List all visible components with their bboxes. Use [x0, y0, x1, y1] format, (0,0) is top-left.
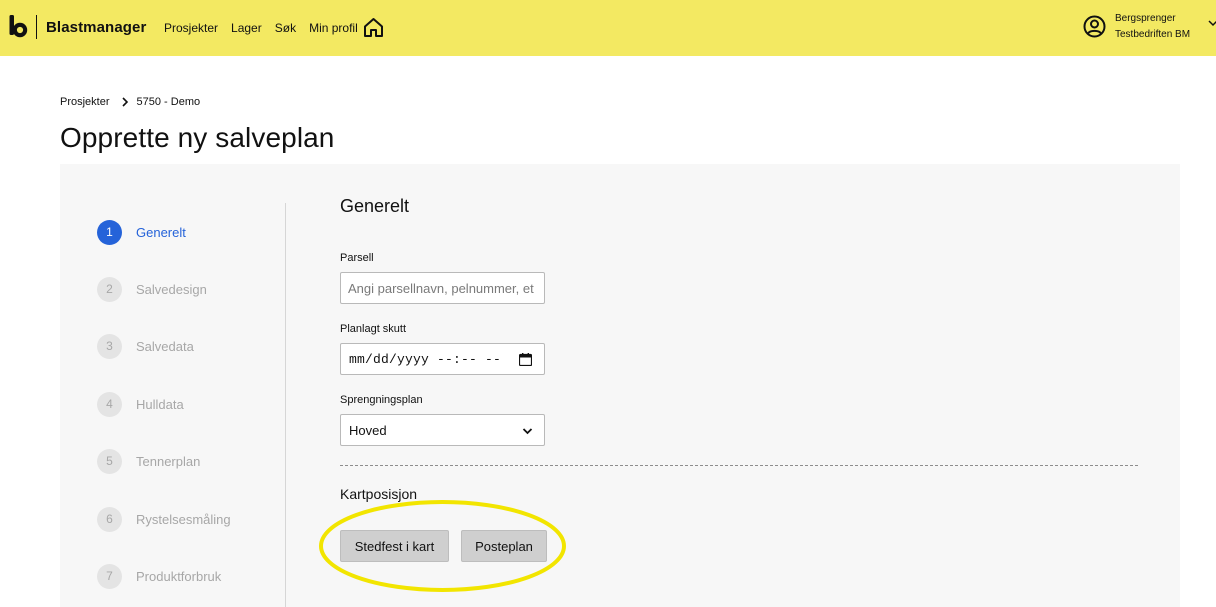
step-label: Produktforbruk	[136, 568, 222, 584]
step-rystelsesmaling[interactable]: 6 Rystelsesmåling	[97, 506, 231, 532]
brand-name[interactable]: Blastmanager	[46, 19, 146, 36]
step-number: 1	[97, 219, 122, 245]
step-label: Generelt	[136, 224, 186, 240]
section-divider	[340, 465, 1138, 466]
page-title: Opprette ny salveplan	[60, 122, 335, 153]
step-salvedesign[interactable]: 2 Salvedesign	[97, 276, 207, 302]
step-produktforbruk[interactable]: 7 Produktforbruk	[97, 563, 221, 589]
posteplan-button[interactable]: Posteplan	[461, 530, 547, 562]
section-title-generelt: Generelt	[340, 196, 410, 216]
step-number: 2	[97, 276, 122, 302]
step-number: 4	[97, 391, 122, 417]
breadcrumb-project[interactable]: 5750 - Demo	[137, 96, 201, 108]
sprengningsplan-selected: Hoved	[349, 422, 387, 438]
chevron-right-icon	[121, 97, 128, 107]
main-nav: Prosjekter Lager Søk Min profil	[164, 21, 371, 35]
calendar-icon[interactable]	[519, 353, 532, 366]
parsell-input[interactable]	[340, 272, 545, 304]
date-value: mm/dd/yyyy --:-- --	[349, 351, 502, 367]
chevron-down-icon	[522, 428, 533, 435]
step-number: 6	[97, 506, 122, 532]
breadcrumb: Prosjekter 5750 - Demo	[60, 96, 200, 108]
step-label: Rystelsesmåling	[136, 511, 231, 527]
step-label: Salvedesign	[136, 281, 207, 297]
step-label: Tennerplan	[136, 453, 201, 469]
step-label: Hulldata	[136, 396, 184, 412]
step-salvedata[interactable]: 3 Salvedata	[97, 333, 194, 359]
step-hulldata[interactable]: 4 Hulldata	[97, 391, 184, 417]
blastmanager-logo-icon[interactable]	[9, 15, 29, 39]
user-circle-icon[interactable]	[1083, 15, 1106, 38]
nav-prosjekter[interactable]: Prosjekter	[164, 21, 218, 35]
wizard-panel	[60, 164, 1180, 607]
logo-divider	[36, 15, 37, 39]
sprengningsplan-select[interactable]: Hoved	[340, 414, 545, 446]
sprengningsplan-label: Sprengningsplan	[340, 394, 423, 406]
chevron-down-icon[interactable]	[1208, 18, 1216, 28]
home-icon[interactable]	[363, 17, 384, 38]
planlagt-skutt-label: Planlagt skutt	[340, 323, 407, 335]
planlagt-skutt-input[interactable]: mm/dd/yyyy --:-- --	[340, 343, 545, 375]
nav-sok[interactable]: Søk	[275, 21, 296, 35]
nav-lager[interactable]: Lager	[231, 21, 262, 35]
nav-min-profil[interactable]: Min profil	[309, 21, 358, 35]
step-number: 5	[97, 448, 122, 474]
step-tennerplan[interactable]: 5 Tennerplan	[97, 448, 200, 474]
stedfest-i-kart-button[interactable]: Stedfest i kart	[340, 530, 449, 562]
kartposisjon-title: Kartposisjon	[340, 486, 418, 502]
breadcrumb-prosjekter[interactable]: Prosjekter	[60, 96, 110, 108]
user-company[interactable]: Testbedriften BM	[1115, 29, 1190, 40]
step-number: 7	[97, 563, 122, 589]
steps-divider	[285, 203, 286, 607]
step-generelt[interactable]: 1 Generelt	[97, 219, 186, 245]
step-number: 3	[97, 333, 122, 359]
top-navigation-bar: Blastmanager Prosjekter Lager Søk Min pr…	[0, 0, 1216, 56]
parsell-label: Parsell	[340, 252, 374, 264]
user-name[interactable]: Bergsprenger	[1115, 13, 1176, 24]
step-label: Salvedata	[136, 338, 194, 354]
